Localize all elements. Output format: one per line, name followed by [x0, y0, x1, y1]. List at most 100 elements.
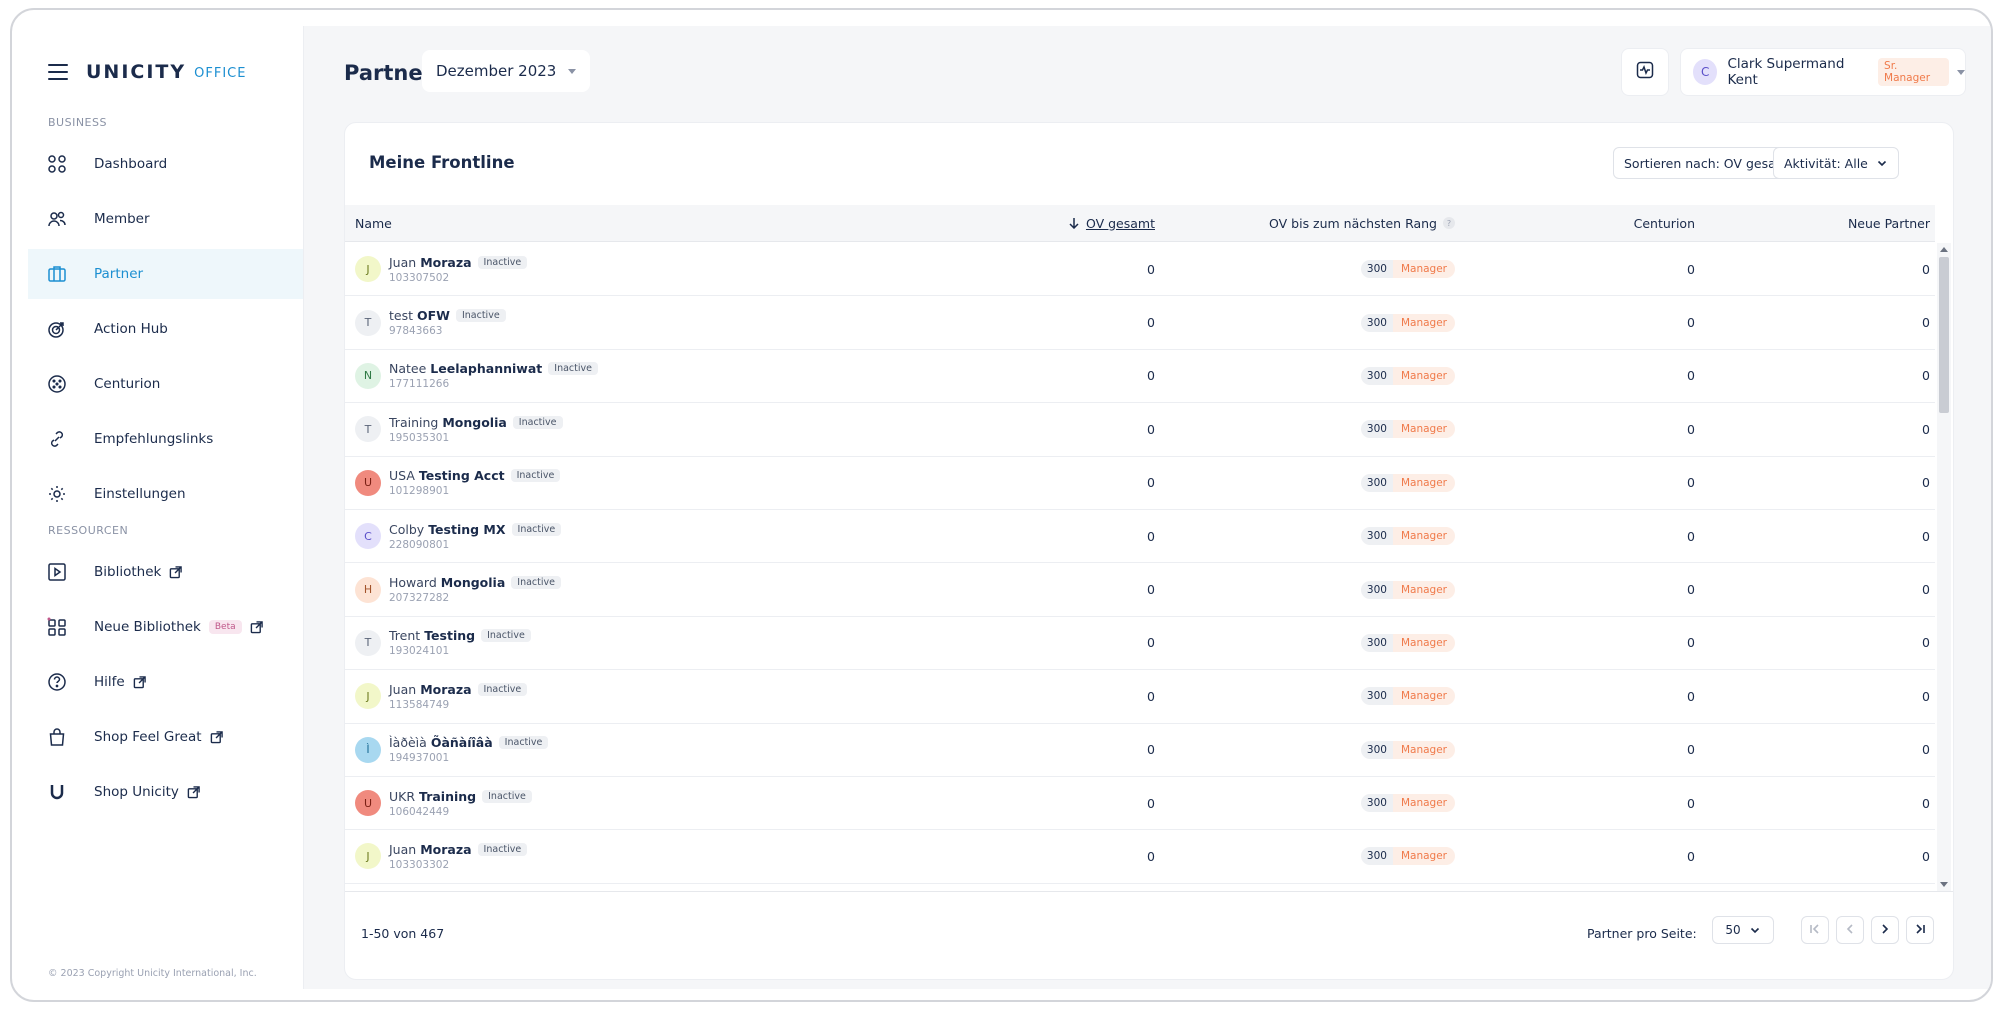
ov-next-value: 300	[1360, 633, 1393, 652]
menu-icon[interactable]	[48, 64, 68, 80]
cell-ov-next: 300 Manager	[1155, 366, 1455, 385]
sidebar-item-partner[interactable]: Partner	[28, 249, 303, 299]
cell-ov-total: 0	[1147, 528, 1155, 544]
first-name[interactable]: Juan	[389, 255, 416, 270]
sidebar-item-bibliothek[interactable]: Bibliothek	[28, 547, 303, 597]
col-header-ov-total[interactable]: OV gesamt	[1005, 216, 1155, 231]
scroll-up-icon[interactable]	[1940, 247, 1948, 252]
activity-label: Aktivität: Alle	[1784, 155, 1868, 171]
sidebar-item-shop-feel-great[interactable]: Shop Feel Great	[28, 712, 303, 762]
ov-next-value: 300	[1360, 313, 1393, 332]
first-name[interactable]: Juan	[389, 682, 416, 697]
scrollbar[interactable]	[1937, 243, 1951, 891]
scroll-thumb[interactable]	[1939, 257, 1949, 413]
first-name[interactable]: Training	[389, 415, 438, 430]
table-row[interactable]: H Howard Mongolia Inactive 207327282 0 300 Mana…	[345, 563, 1935, 617]
sidebar-item-member[interactable]: Member	[28, 194, 303, 244]
first-name[interactable]: Colby	[389, 522, 424, 537]
col-header-name: Name	[355, 215, 392, 231]
sidebar-item-empfehlungslinks[interactable]: Empfehlungslinks	[28, 414, 303, 464]
sidebar-item-shop-unicity[interactable]: Shop Unicity	[28, 767, 303, 817]
avatar: J	[355, 843, 381, 870]
first-name[interactable]: test	[389, 308, 413, 323]
table-row[interactable]: C Colby Testing MX Inactive 228090801 0 300 Man…	[345, 510, 1935, 564]
user-menu[interactable]: C Clark Supermand Kent Sr. Manager	[1680, 48, 1966, 96]
status-badge: Inactive	[510, 469, 561, 483]
table-row[interactable]: CChrisShumateInactive0300Manager00	[345, 884, 1935, 891]
first-name[interactable]: Trent	[389, 628, 420, 643]
activity-filter-dropdown[interactable]: Aktivität: Alle	[1773, 147, 1899, 179]
cell-ov-next: 300 Manager	[1155, 687, 1455, 706]
table-row[interactable]: Ì Ìàðèìà Õàñàíîâà Inactive 194937001 0 300 Mana…	[345, 724, 1935, 777]
last-name[interactable]: Mongolia	[441, 575, 505, 590]
cell-centurion: 0	[1687, 261, 1695, 277]
month-select[interactable]: Dezember 2023	[422, 50, 591, 92]
last-name[interactable]: Testing	[424, 628, 475, 643]
table-row[interactable]: N Natee Leelaphanniwat Inactive 177111266 0 30…	[345, 350, 1935, 404]
last-name[interactable]: Moraza	[420, 682, 471, 697]
first-name[interactable]: Ìàðèìà	[389, 735, 427, 750]
name-block: test OFW Inactive 97843663	[389, 308, 506, 337]
cell-ov-total: 0	[1147, 261, 1155, 277]
sidebar-item-action-hub[interactable]: Action Hub	[28, 304, 303, 354]
external-link-icon	[133, 675, 146, 689]
first-name[interactable]: Natee	[389, 361, 426, 376]
next-rank-badge: Manager	[1392, 420, 1455, 439]
avatar: T	[355, 629, 381, 656]
next-page-button[interactable]	[1871, 916, 1899, 944]
cell-new-partners: 0	[1922, 421, 1930, 437]
col-header-ov-total-label[interactable]: OV gesamt	[1086, 216, 1155, 231]
last-name[interactable]: Leelaphanniwat	[430, 361, 542, 376]
per-page-value: 50	[1725, 923, 1741, 937]
first-name[interactable]: UKR	[389, 789, 415, 804]
avatar: J	[355, 683, 381, 710]
per-page-select[interactable]: 50	[1712, 916, 1774, 944]
table-row[interactable]: J Juan Moraza Inactive 113584749 0 300 Manager 0…	[345, 670, 1935, 724]
sidebar-item-centurion[interactable]: Centurion	[28, 359, 303, 409]
last-name[interactable]: Testing Acct	[419, 468, 505, 483]
first-page-button[interactable]	[1801, 916, 1829, 944]
table-row[interactable]: T Training Mongolia Inactive 195035301 0 300 Ma…	[345, 403, 1935, 457]
name-line: test OFW Inactive	[389, 308, 506, 323]
first-name[interactable]: Howard	[389, 575, 437, 590]
cell-centurion: 0	[1687, 582, 1695, 598]
last-name[interactable]: Testing MX	[428, 522, 505, 537]
sidebar-item-dashboard[interactable]: Dashboard	[28, 139, 303, 189]
external-link-icon	[250, 620, 263, 634]
last-page-button[interactable]	[1906, 916, 1934, 944]
help-icon[interactable]: ?	[1443, 217, 1455, 229]
table-row[interactable]: J Juan Moraza Inactive 103303302 0 300 Manager 0…	[345, 830, 1935, 884]
sidebar-item-einstellungen[interactable]: Einstellungen	[28, 469, 303, 519]
ov-next-value: 300	[1360, 687, 1393, 706]
scroll-down-icon[interactable]	[1940, 882, 1948, 887]
table-row[interactable]: J Juan Moraza Inactive 103307502 0 300 Manager 0…	[345, 243, 1935, 297]
cell-ov-next: 300 Manager	[1155, 527, 1455, 546]
last-name[interactable]: Moraza	[420, 255, 471, 270]
avatar: U	[355, 790, 381, 817]
table-row[interactable]: U USA Testing Acct Inactive 101298901 0 300 Man…	[345, 457, 1935, 510]
member-id: 194937001	[389, 752, 450, 765]
ov-next-value: 300	[1360, 740, 1393, 759]
ov-next-value: 300	[1360, 580, 1393, 599]
table-row[interactable]: T Trent Testing Inactive 193024101 0 300 Manage…	[345, 617, 1935, 671]
prev-page-button[interactable]	[1836, 916, 1864, 944]
sidebar-item-hilfe[interactable]: Hilfe	[28, 657, 303, 707]
logo-unicity[interactable]: UNICITY	[86, 61, 186, 83]
last-name[interactable]: Õàñàíîâà	[431, 735, 493, 750]
first-name[interactable]: USA	[389, 468, 415, 483]
last-name[interactable]: Moraza	[420, 842, 471, 857]
table-row[interactable]: U UKR Training Inactive 106042449 0 300 Manager…	[345, 777, 1935, 831]
pagination-footer: 1-50 von 467 Partner pro Seite: 50	[345, 891, 1953, 979]
last-name[interactable]: OFW	[417, 308, 450, 323]
unicity-u-icon	[46, 781, 68, 803]
chevron-right-icon	[1878, 921, 1892, 940]
table-row[interactable]: Ttest OFW Inactive 97843663 0 300 Manager 0 0	[345, 296, 1935, 350]
name-block: Colby Testing MX Inactive 228090801	[389, 522, 562, 551]
activity-button[interactable]	[1621, 48, 1669, 96]
avatar: C	[1693, 59, 1718, 85]
sidebar-item-label: Centurion	[94, 376, 161, 392]
sidebar-item-neue-bibliothek[interactable]: Neue Bibliothek Beta	[28, 602, 303, 652]
first-name[interactable]: Juan	[389, 842, 416, 857]
last-name[interactable]: Mongolia	[442, 415, 506, 430]
last-name[interactable]: Training	[419, 789, 476, 804]
